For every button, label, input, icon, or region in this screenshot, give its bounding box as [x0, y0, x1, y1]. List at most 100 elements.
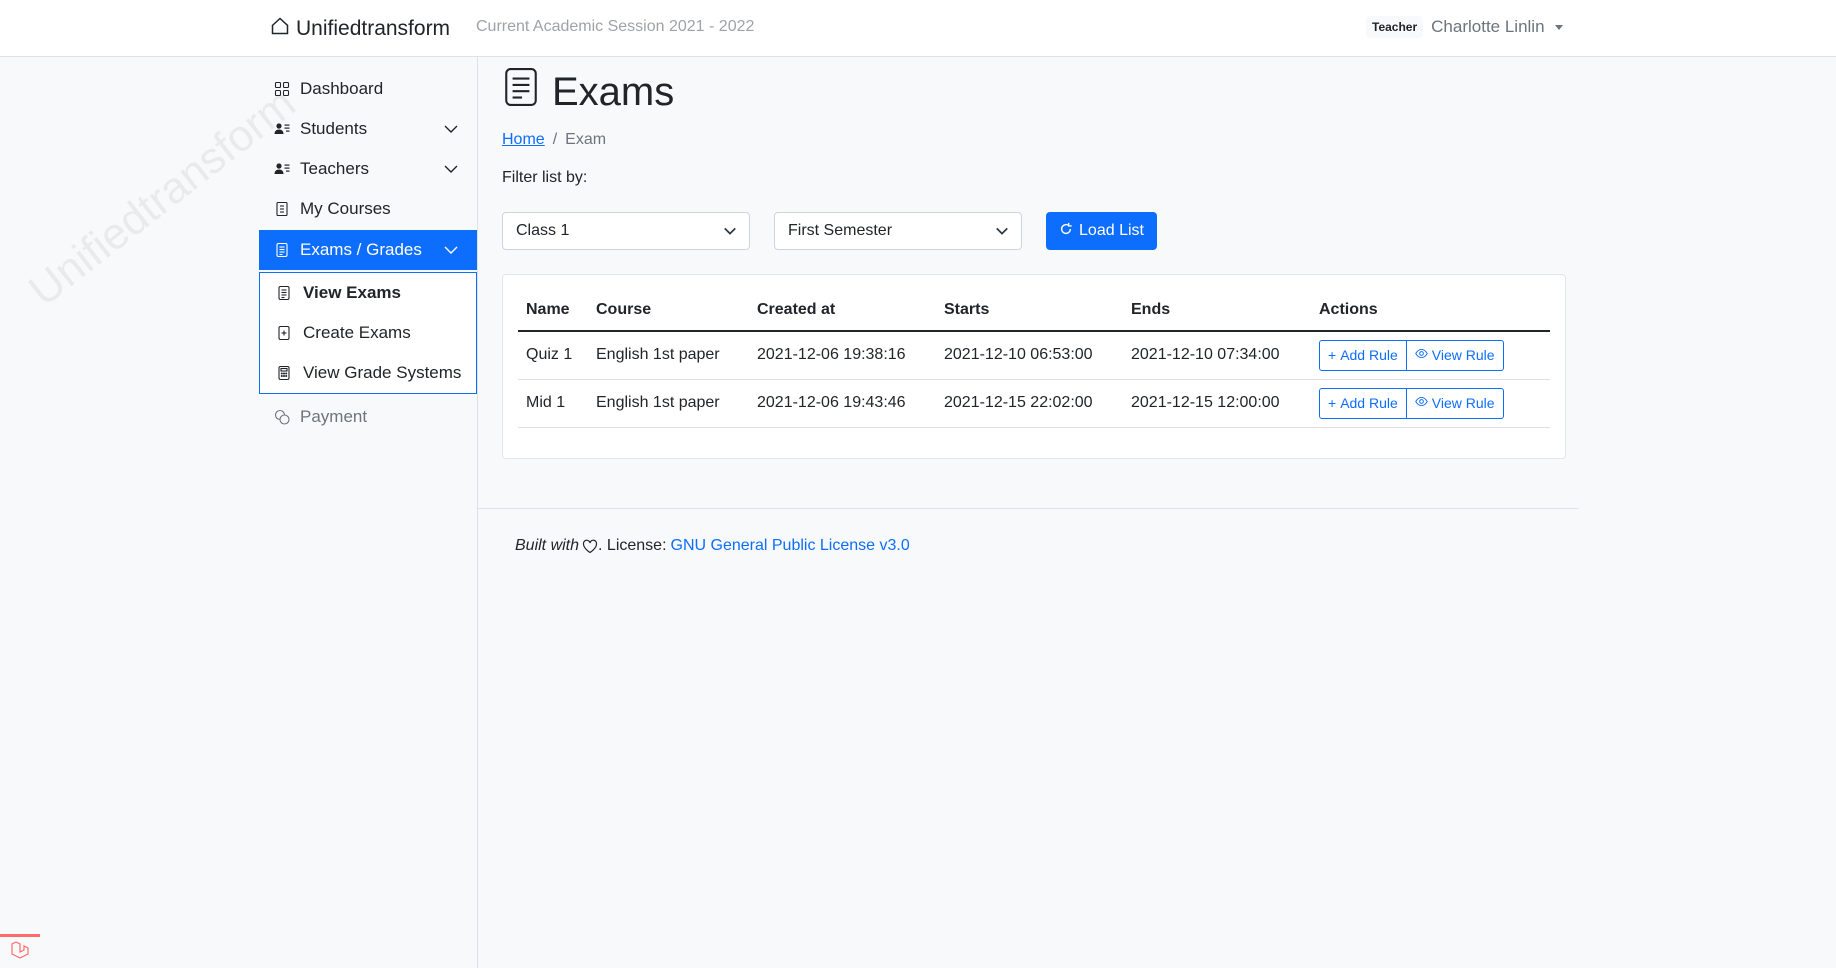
sidebar-item-label: Teachers [300, 159, 369, 178]
sidebar-item-label: Payment [300, 407, 368, 426]
column-header: Starts [936, 289, 1123, 332]
view-rule-label: View Rule [1431, 347, 1495, 364]
submenu-item-label: Create Exams [303, 323, 411, 342]
add-rule-button[interactable]: + Add Rule [1319, 339, 1407, 371]
action-button-group: + Add Rule View Rule [1319, 387, 1504, 419]
load-list-label: Load List [1079, 222, 1144, 239]
column-header: Actions [1311, 289, 1550, 332]
user-name: Charlotte Linlin [1431, 17, 1545, 36]
refresh-icon [1059, 222, 1073, 241]
exam-ends: 2021-12-15 12:00:00 [1123, 379, 1311, 428]
journal-icon [274, 201, 290, 217]
file-text-icon [274, 242, 290, 258]
column-header: Created at [749, 289, 936, 332]
class-select[interactable]: Class 1 [502, 212, 750, 250]
exam-created-at: 2021-12-06 19:43:46 [749, 379, 936, 428]
file-plus-icon [276, 325, 292, 341]
chevron-down-icon [443, 121, 459, 137]
page-title-text: Exams [552, 69, 675, 114]
laravel-icon [10, 940, 30, 965]
table-header-row: Name Course Created at Starts Ends Actio… [518, 289, 1550, 332]
coins-icon [274, 409, 290, 425]
action-button-group: + Add Rule View Rule [1319, 339, 1504, 371]
academic-session: Current Academic Session 2021 - 2022 [476, 18, 755, 35]
plus-icon: + [1328, 347, 1337, 364]
semester-select-value: First Semester [788, 222, 893, 239]
person-lines-icon [274, 121, 290, 137]
calculator-icon [276, 365, 292, 381]
brand-name: Unifiedtransform [296, 17, 451, 40]
person-lines-icon [274, 161, 290, 177]
semester-select[interactable]: First Semester [774, 212, 1022, 250]
exam-starts: 2021-12-10 06:53:00 [936, 331, 1123, 380]
heart-icon [582, 539, 598, 554]
user-menu[interactable]: Teacher Charlotte Linlin [1366, 16, 1563, 38]
exam-name: Mid 1 [518, 379, 588, 428]
column-header: Course [588, 289, 749, 332]
exams-table-card: Name Course Created at Starts Ends Actio… [502, 274, 1566, 459]
license-prefix: . License: [598, 537, 667, 554]
class-select-value: Class 1 [516, 222, 570, 239]
filter-label: Filter list by: [502, 169, 588, 186]
sidebar-item-label: Students [300, 119, 368, 138]
breadcrumb-current: Exam [565, 131, 607, 148]
chevron-down-icon [443, 161, 459, 177]
add-rule-label: Add Rule [1340, 395, 1398, 411]
sidebar-item-my-courses[interactable]: My Courses [259, 189, 477, 229]
role-badge: Teacher [1366, 16, 1424, 38]
file-text-icon [504, 67, 538, 117]
submenu-item-view-grade-systems[interactable]: View Grade Systems [260, 353, 476, 393]
top-navbar: Unifiedtransform Current Academic Sessio… [0, 0, 1836, 57]
laravel-logo[interactable] [0, 934, 40, 968]
submenu-item-create-exams[interactable]: Create Exams [260, 313, 476, 353]
user-dropdown-toggle[interactable]: Charlotte Linlin [1431, 17, 1563, 37]
submenu-item-label: View Grade Systems [303, 363, 462, 382]
chevron-down-icon [723, 224, 737, 238]
brand-link[interactable]: Unifiedtransform [270, 16, 450, 42]
sidebar: Unifiedtransform Dashboard Students Teac… [0, 57, 478, 968]
exams-table: Name Course Created at Starts Ends Actio… [518, 289, 1550, 428]
load-list-button[interactable]: Load List [1046, 212, 1157, 250]
file-text-icon [276, 285, 292, 301]
table-row: Quiz 1 English 1st paper 2021-12-06 19:3… [518, 331, 1550, 380]
sidebar-item-label: My Courses [300, 199, 391, 218]
house-icon [270, 16, 290, 42]
license-link[interactable]: GNU General Public License v3.0 [671, 537, 910, 555]
exam-name: Quiz 1 [518, 331, 588, 380]
chevron-down-icon [443, 242, 459, 258]
sidebar-item-students[interactable]: Students [259, 109, 477, 149]
eye-icon [1415, 347, 1428, 363]
plus-icon: + [1328, 395, 1337, 411]
sidebar-item-dashboard[interactable]: Dashboard [259, 69, 477, 109]
breadcrumb-home-link[interactable]: Home [502, 131, 545, 149]
sidebar-item-exams-grades[interactable]: Exams / Grades [259, 230, 477, 270]
column-header: Ends [1123, 289, 1311, 332]
exam-created-at: 2021-12-06 19:38:16 [749, 331, 936, 380]
sidebar-item-label: Dashboard [300, 79, 384, 98]
page-title: Exams [504, 67, 674, 117]
add-rule-label: Add Rule [1340, 347, 1398, 364]
exam-starts: 2021-12-15 22:02:00 [936, 379, 1123, 428]
view-rule-button[interactable]: View Rule [1405, 387, 1504, 419]
built-with-text: Built with [515, 537, 580, 554]
chevron-down-icon [995, 224, 1009, 238]
footer: Built with . License: GNU General Public… [515, 537, 910, 555]
table-row: Mid 1 English 1st paper 2021-12-06 19:43… [518, 379, 1550, 428]
submenu-item-view-exams[interactable]: View Exams [260, 273, 476, 313]
add-rule-button[interactable]: + Add Rule [1319, 387, 1407, 419]
view-rule-button[interactable]: View Rule [1405, 339, 1504, 371]
exam-actions: + Add Rule View Rule [1311, 379, 1550, 428]
main-content: Exams Home / Exam Filter list by: Class … [478, 57, 1836, 968]
exam-course: English 1st paper [588, 379, 749, 428]
exam-course: English 1st paper [588, 331, 749, 380]
submenu-item-label: View Exams [303, 283, 401, 302]
sidebar-item-teachers[interactable]: Teachers [259, 149, 477, 189]
caret-down-icon [1554, 24, 1563, 30]
grid-icon [274, 81, 290, 97]
exam-ends: 2021-12-10 07:34:00 [1123, 331, 1311, 380]
footer-divider [478, 508, 1578, 509]
exams-submenu: View Exams Create Exams View Grade Syste… [259, 272, 477, 394]
breadcrumb: Home / Exam [502, 131, 606, 149]
exam-actions: + Add Rule View Rule [1311, 331, 1550, 380]
sidebar-item-payment[interactable]: Payment [259, 397, 477, 437]
